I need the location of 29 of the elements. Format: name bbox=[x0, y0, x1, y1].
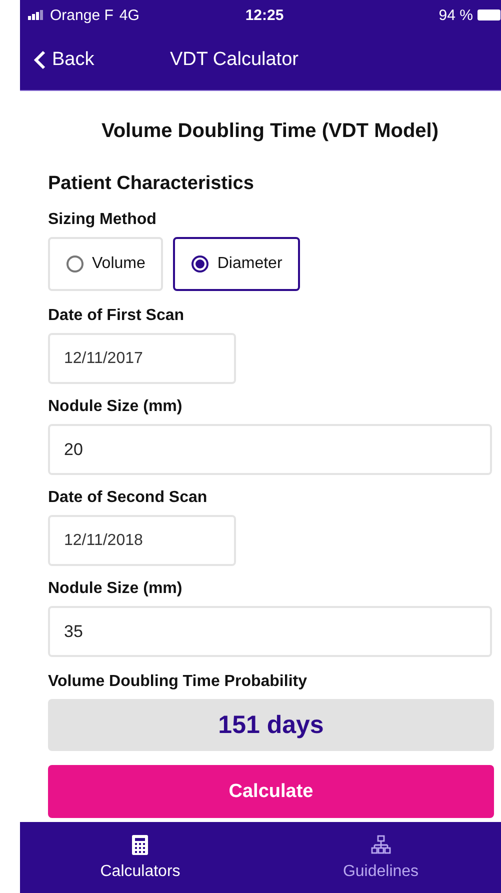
calculator-icon bbox=[132, 834, 148, 854]
date-field[interactable]: 12/11/2018 bbox=[48, 515, 236, 566]
input-field[interactable]: 20 bbox=[48, 424, 492, 475]
carrier-name: Orange F bbox=[50, 6, 114, 24]
network-type: 4G bbox=[119, 6, 140, 24]
tab-item[interactable]: Guidelines bbox=[260, 822, 501, 893]
hierarchy-icon bbox=[370, 834, 391, 854]
back-button[interactable]: Back bbox=[20, 49, 170, 71]
signal-icon bbox=[28, 10, 44, 20]
radio-option[interactable]: Volume bbox=[48, 237, 164, 291]
calculate-button[interactable]: Calculate bbox=[48, 765, 494, 818]
chevron-left-icon bbox=[34, 50, 46, 70]
radio-option[interactable]: Diameter bbox=[173, 237, 300, 291]
screen-title: VDT Calculator bbox=[170, 49, 298, 71]
date-field[interactable]: 12/11/2017 bbox=[48, 333, 236, 384]
page-heading: Volume Doubling Time (VDT Model) bbox=[101, 120, 439, 143]
battery-icon bbox=[477, 9, 501, 21]
field-label: Nodule Size (mm) bbox=[48, 580, 182, 598]
tab-item[interactable]: Calculators bbox=[20, 822, 260, 893]
section-heading: Patient Characteristics bbox=[48, 173, 254, 195]
battery-percent: 94 % bbox=[438, 6, 473, 24]
clock-time: 12:25 bbox=[245, 6, 284, 24]
field-label: Sizing Method bbox=[48, 211, 156, 229]
field-label: Nodule Size (mm) bbox=[48, 398, 182, 416]
input-field[interactable]: 35 bbox=[48, 606, 492, 657]
field-label: Date of First Scan bbox=[48, 307, 184, 325]
result-label: Volume Doubling Time Probability bbox=[48, 673, 307, 691]
result-value: 151 days bbox=[48, 699, 494, 751]
field-label: Date of Second Scan bbox=[48, 489, 208, 507]
